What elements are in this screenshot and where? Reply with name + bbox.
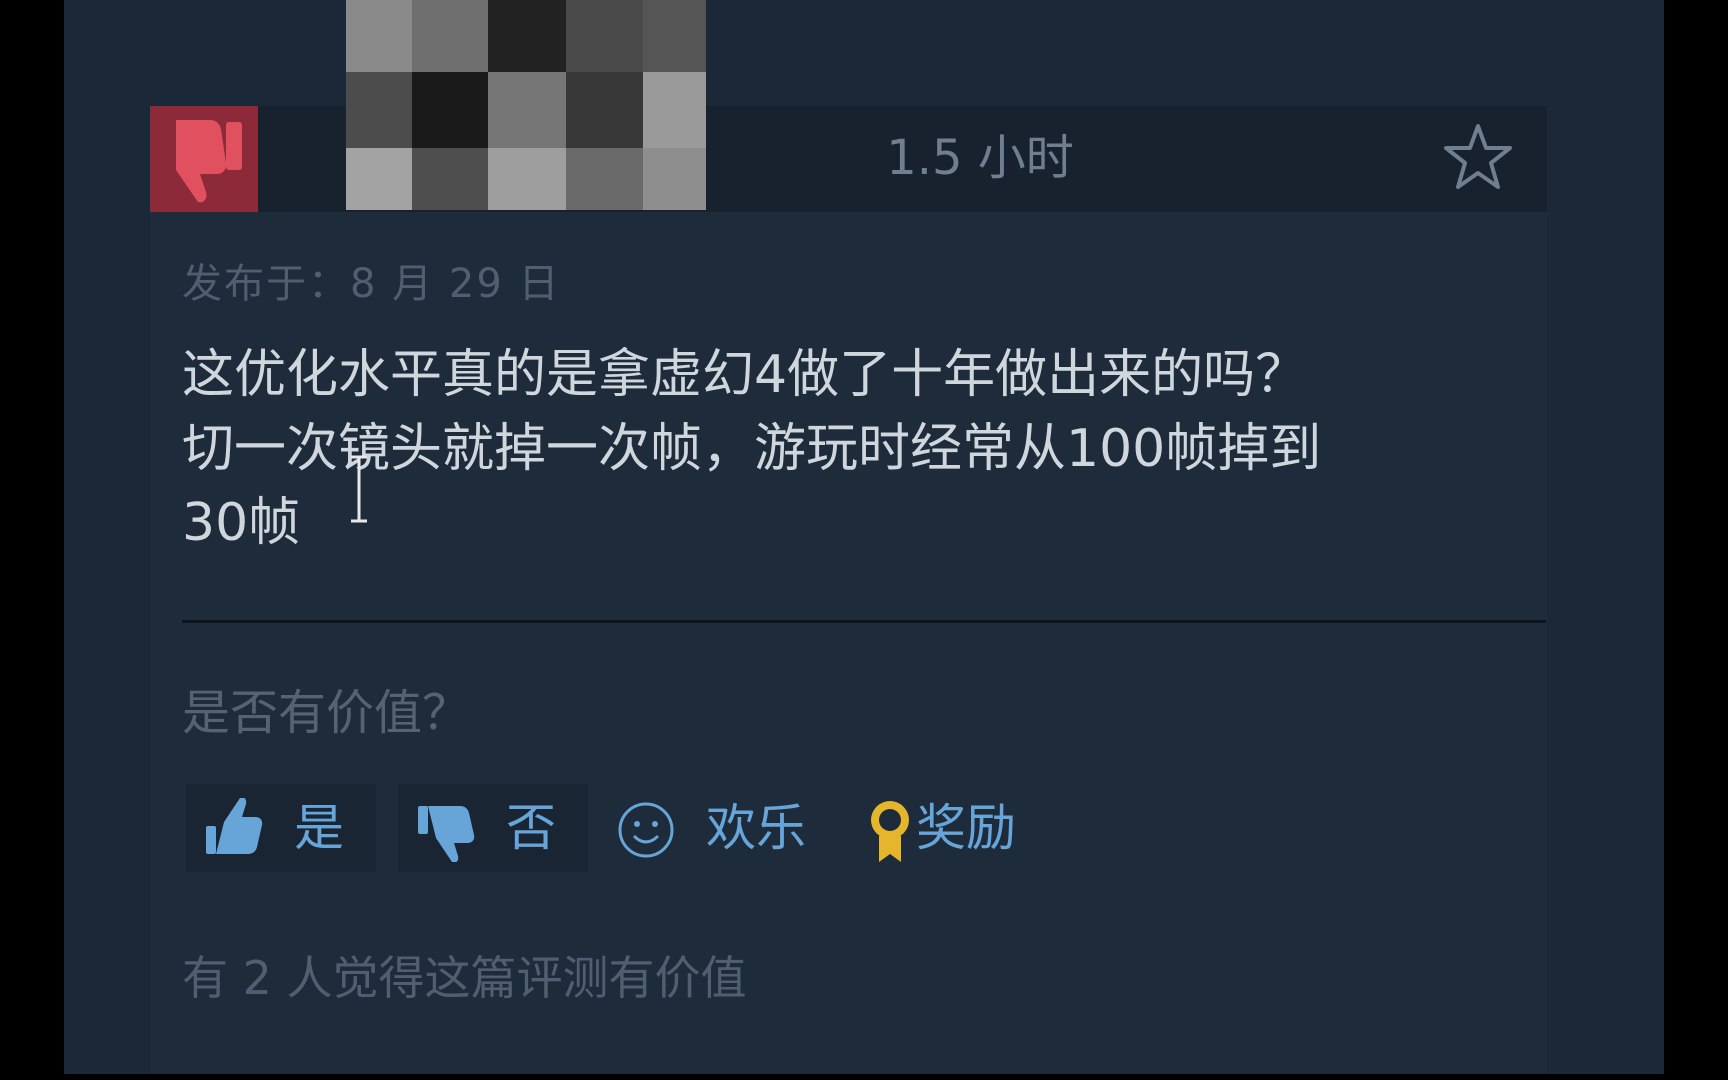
review-card: 1.5 小时 发布于：8 月 29 日 这优化水平真的是拿虚幻4做了十年做出来的…: [150, 0, 1547, 1074]
award-ribbon-icon: [871, 801, 909, 862]
divider: [182, 620, 1546, 623]
vote-no-button[interactable]: 否: [398, 784, 588, 872]
review-frame: 1.5 小时 发布于：8 月 29 日 这优化水平真的是拿虚幻4做了十年做出来的…: [64, 0, 1664, 1074]
review-text: 这优化水平真的是拿虚幻4做了十年做出来的吗？ 切一次镜头就掉一次帧，游玩时经常从…: [182, 338, 1522, 560]
review-header: 1.5 小时: [150, 0, 1547, 212]
recommendation-badge: [150, 106, 258, 212]
vote-funny-button[interactable]: 欢乐: [606, 784, 826, 872]
thumbs-up-icon: [206, 798, 263, 854]
review-line: 切一次镜头就掉一次帧，游玩时经常从100帧掉到: [182, 419, 1322, 479]
smiley-icon: [618, 802, 674, 858]
vote-yes-label: 是: [294, 799, 344, 857]
vote-funny-label: 欢乐: [706, 799, 806, 857]
award-label: 奖励: [916, 799, 1016, 857]
posted-date: 发布于：8 月 29 日: [182, 261, 561, 307]
avatar[interactable]: [346, 0, 706, 210]
helpful-question: 是否有价值？: [182, 685, 471, 741]
award-button[interactable]: 奖励: [856, 784, 1066, 872]
review-line: 30帧: [182, 493, 301, 553]
vote-yes-button[interactable]: 是: [186, 784, 376, 872]
thumbs-down-icon: [176, 120, 242, 203]
review-line: 这优化水平真的是拿虚幻4做了十年做出来的吗？: [182, 345, 1308, 405]
star-icon[interactable]: [1440, 120, 1516, 196]
playtime-hours: 1.5 小时: [886, 130, 1074, 186]
vote-no-label: 否: [506, 799, 556, 857]
helpful-count: 有 2 人觉得这篇评测有价值: [182, 951, 747, 1005]
text-cursor-icon: [351, 455, 367, 523]
thumbs-down-icon: [418, 806, 475, 862]
